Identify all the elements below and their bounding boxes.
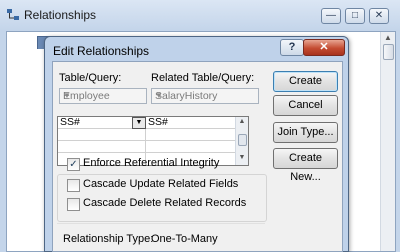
window-title: Relationships — [24, 8, 97, 22]
left-field-cell[interactable] — [58, 129, 146, 140]
related-table-label: Related Table/Query: — [151, 72, 255, 84]
help-icon: ? — [288, 41, 296, 53]
scroll-up-icon[interactable]: ▲ — [237, 118, 247, 125]
field-row[interactable] — [58, 141, 235, 153]
join-type-button[interactable]: Join Type... — [273, 122, 338, 143]
create-button[interactable]: Create — [273, 71, 338, 92]
left-field-value: SS# — [60, 116, 80, 128]
join-type-button-label: Join Type... — [277, 126, 334, 138]
left-field-cell[interactable]: SS# ▼ — [58, 116, 146, 129]
window-titlebar: Relationships — □ ✕ — [0, 0, 400, 30]
create-new-button[interactable]: Create New... — [273, 148, 338, 183]
field-dropdown-button[interactable]: ▼ — [132, 117, 146, 129]
field-row[interactable]: SS# ▼ SS# — [58, 116, 235, 129]
chevron-down-icon: ▼ — [63, 91, 71, 100]
table-query-label: Table/Query: — [59, 72, 122, 84]
dialog-title: Edit Relationships — [53, 44, 150, 58]
maximize-button[interactable]: □ — [345, 8, 365, 24]
cascade-update-checkbox[interactable]: Cascade Update Related Fields — [67, 178, 257, 192]
left-field-cell[interactable] — [58, 141, 146, 152]
right-field-cell[interactable]: SS# — [146, 116, 235, 128]
window-close-button[interactable]: ✕ — [369, 8, 389, 24]
help-button[interactable]: ? — [280, 39, 304, 56]
right-field-cell[interactable] — [146, 141, 235, 152]
table-query-select[interactable]: Employee ▼ — [59, 88, 147, 104]
relationships-app-icon — [7, 9, 19, 20]
cascade-delete-checkbox[interactable]: Cascade Delete Related Records — [67, 197, 257, 211]
chevron-down-icon: ▼ — [155, 91, 163, 100]
dialog-body: Table/Query: Related Table/Query: Employ… — [52, 61, 343, 252]
relationship-type-value: One-To-Many — [151, 233, 218, 245]
dialog-close-button[interactable]: ✕ — [303, 39, 345, 56]
canvas-vertical-scrollbar[interactable]: ▲ — [380, 32, 395, 251]
scroll-thumb[interactable] — [238, 134, 247, 146]
check-icon: ✓ — [69, 159, 78, 170]
cascade-delete-label: Cascade Delete Related Records — [83, 197, 247, 209]
edit-relationships-dialog: Edit Relationships ? ✕ Table/Query: Rela… — [44, 36, 349, 252]
relationship-type-label: Relationship Type: — [63, 233, 154, 245]
scroll-thumb[interactable] — [383, 44, 394, 60]
minimize-icon: — — [326, 10, 336, 21]
scroll-up-icon[interactable]: ▲ — [383, 33, 393, 42]
enforce-referential-integrity-checkbox[interactable]: ✓ Enforce Referential Integrity — [67, 157, 257, 171]
cancel-button-label: Cancel — [288, 99, 323, 111]
create-button-label: Create — [288, 75, 323, 87]
checkbox-checked[interactable]: ✓ — [67, 158, 80, 171]
right-field-cell[interactable] — [146, 129, 235, 140]
enforce-referential-integrity-label: Enforce Referential Integrity — [83, 157, 220, 169]
maximize-icon: □ — [351, 10, 359, 21]
field-row[interactable] — [58, 129, 235, 141]
right-field-value: SS# — [148, 116, 168, 128]
chevron-down-icon: ▼ — [135, 119, 143, 126]
cascade-update-label: Cascade Update Related Fields — [83, 178, 239, 190]
create-new-button-label: Create New... — [288, 152, 323, 183]
minimize-button[interactable]: — — [321, 8, 341, 24]
related-table-select[interactable]: SalaryHistory ▼ — [151, 88, 259, 104]
close-icon: ✕ — [319, 41, 329, 53]
close-icon: ✕ — [374, 10, 384, 21]
checkbox-unchecked[interactable] — [67, 179, 80, 192]
cancel-button[interactable]: Cancel — [273, 95, 338, 116]
checkbox-unchecked[interactable] — [67, 198, 80, 211]
